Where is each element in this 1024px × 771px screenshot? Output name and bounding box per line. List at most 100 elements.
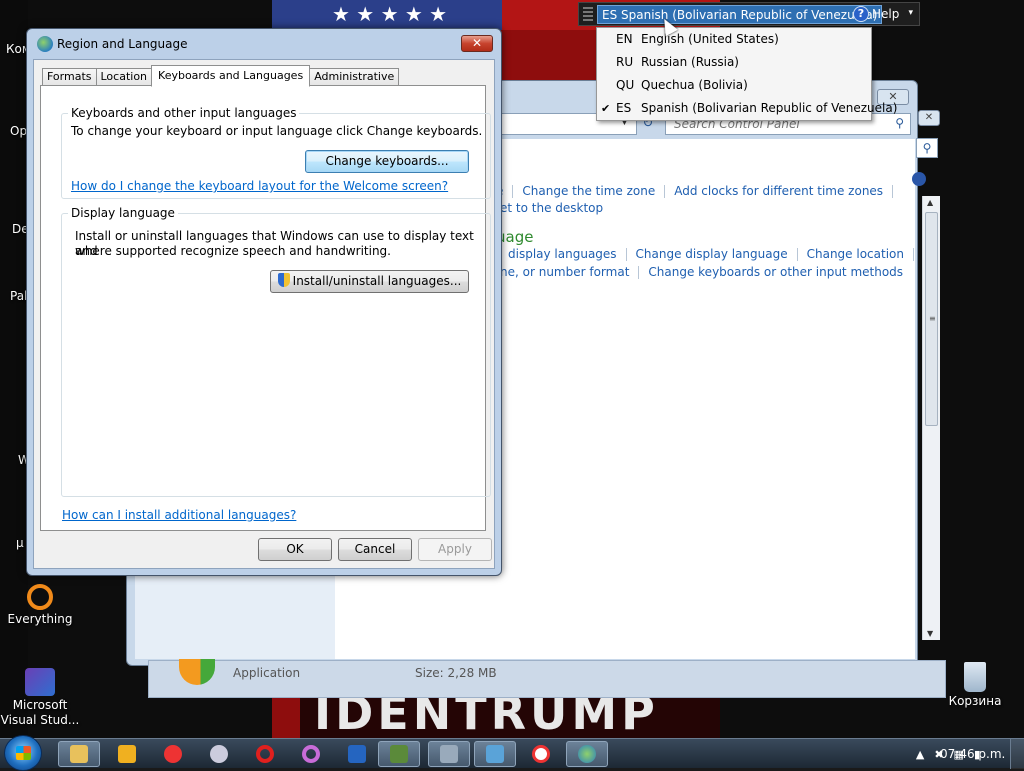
taskbar-region-language[interactable] (566, 741, 608, 767)
scroll-down-icon[interactable]: ▼ (927, 629, 933, 638)
install-additional-languages-link[interactable]: How can I install additional languages? (62, 508, 296, 522)
tab-administrative[interactable]: Administrative (309, 68, 400, 86)
checkmark-icon: ✔ (601, 102, 611, 115)
language-code: ES (616, 101, 632, 115)
taskbar: ▲ ✖ ▦ ▮ 07:46 p.m. (0, 735, 1024, 771)
visual-studio-icon (25, 668, 55, 696)
tab-keyboards-and-languages[interactable]: Keyboards and Languages (151, 65, 311, 87)
desktop-icon-label: Microsoft Visual Stud... (0, 698, 80, 727)
display-language-caption: Display language (68, 206, 178, 220)
wallpaper-stars-text: ★ ★ ★ ★ ★ (332, 2, 448, 26)
dialog-body: Formats Location Keyboards and Languages… (33, 59, 495, 569)
cancel-button[interactable]: Cancel (338, 538, 412, 561)
keyboards-group-caption: Keyboards and other input languages (68, 106, 300, 120)
tab-location[interactable]: Location (95, 68, 153, 86)
ok-button[interactable]: OK (258, 538, 332, 561)
link-change-location[interactable]: Change location (807, 247, 904, 261)
taskbar-outlook[interactable] (336, 741, 378, 767)
desktop-edge-label[interactable]: µ (16, 536, 24, 550)
search-icon[interactable]: ⚲ (916, 138, 938, 158)
link-number-format[interactable]: ne, or number format (500, 265, 629, 279)
region-language-dialog[interactable]: Region and Language ✕ Formats Location K… (26, 28, 502, 576)
show-desktop-button[interactable] (1010, 739, 1024, 769)
everything-icon (27, 584, 53, 610)
minecraft-icon (390, 745, 408, 763)
media-player-icon (118, 745, 136, 763)
wallpaper-stars: ★ ★ ★ ★ ★ (272, 0, 502, 30)
keyboards-description: To change your keyboard or input languag… (71, 124, 483, 138)
link-change-display-language[interactable]: Change display language (636, 247, 788, 261)
link-add-clocks[interactable]: Add clocks for different time zones (674, 184, 883, 198)
install-uninstall-label: Install/uninstall languages... (292, 274, 462, 288)
start-button[interactable] (4, 735, 42, 771)
menu-item-english[interactable]: EN English (United States) (597, 28, 871, 51)
clock[interactable]: 07:46 p.m. (940, 747, 1005, 761)
desktop-icon-recycle-bin[interactable]: Корзина (935, 662, 1015, 709)
change-keyboards-button[interactable]: Change keyboards... (305, 150, 469, 173)
taskbar-yandex-browser[interactable] (520, 741, 562, 767)
desktop-icon-label: Everything (7, 612, 73, 626)
taskbar-media-player[interactable] (106, 741, 148, 767)
outlook-icon (348, 745, 366, 763)
close-icon[interactable]: ✕ (918, 110, 940, 126)
language-bar-help[interactable]: ? Help (853, 6, 899, 22)
language-code: QU (616, 78, 635, 92)
taskbar-app[interactable] (198, 741, 240, 767)
folder-icon (70, 745, 88, 763)
installer-strip: Application Size: 2,28 MB (148, 659, 946, 698)
taskbar-control-panel[interactable] (474, 741, 516, 767)
desktop-edge-label[interactable]: Pal (10, 289, 27, 303)
link-separator (625, 248, 627, 261)
link-change-keyboards[interactable]: Change keyboards or other input methods (648, 265, 903, 279)
globe-icon (578, 745, 596, 763)
tab-strip: Formats Location Keyboards and Languages… (42, 65, 400, 87)
current-input-language[interactable]: ES Spanish (Bolivarian Republic of Venez… (597, 5, 883, 24)
taskbar-tool[interactable] (428, 741, 470, 767)
welcome-screen-keyboard-link[interactable]: How do I change the keyboard layout for … (71, 179, 448, 193)
desktop-edge-label[interactable]: Op (10, 124, 27, 138)
menu-item-russian[interactable]: RU Russian (Russia) (597, 51, 871, 74)
yandex-icon (164, 745, 182, 763)
yandex-browser-icon (532, 745, 550, 763)
link-change-time-zone[interactable]: Change the time zone (522, 184, 655, 198)
language-bar-grip[interactable] (583, 7, 593, 23)
menu-item-quechua[interactable]: QU Quechua (Bolivia) (597, 74, 871, 97)
tab-formats[interactable]: Formats (42, 68, 97, 86)
desktop-icon-visual-studio[interactable]: Microsoft Visual Stud... (0, 668, 80, 728)
link-desktop-partial[interactable]: et to the desktop (500, 201, 603, 215)
opera-icon (256, 745, 274, 763)
link-separator (638, 266, 640, 279)
taskbar-explorer[interactable] (58, 741, 100, 767)
install-uninstall-languages-button[interactable]: Install/uninstall languages... (270, 270, 469, 293)
tray-expand-icon[interactable]: ▲ (916, 748, 924, 761)
windows-logo-icon (16, 746, 31, 760)
link-separator (892, 185, 894, 198)
application-label: Application (233, 666, 301, 680)
desktop-icon-everything[interactable]: Everything (0, 584, 80, 627)
dialog-title-bar[interactable]: Region and Language (37, 36, 188, 52)
link-separator (512, 185, 514, 198)
vertical-scrollbar[interactable]: ▲ ≡ ▼ (922, 196, 940, 640)
apply-button[interactable]: Apply (418, 538, 492, 561)
opera-dev-icon (302, 745, 320, 763)
taskbar-minecraft[interactable] (378, 741, 420, 767)
language-name: Spanish (Bolivarian Republic of Venezuel… (641, 101, 898, 115)
taskbar-opera-dev[interactable] (290, 741, 332, 767)
close-button[interactable]: ✕ (461, 35, 493, 52)
help-label: Help (872, 7, 900, 21)
link-display-languages[interactable]: display languages (508, 247, 617, 261)
language-code: RU (616, 55, 634, 69)
control-panel-icon (486, 745, 504, 763)
settings-app-icon (440, 745, 458, 763)
menu-item-spanish[interactable]: ✔ ES Spanish (Bolivarian Republic of Ven… (597, 97, 897, 120)
language-name: Russian (Russia) (641, 55, 739, 69)
language-code: EN (616, 32, 633, 46)
taskbar-opera[interactable] (244, 741, 286, 767)
language-name: Quechua (Bolivia) (641, 78, 748, 92)
taskbar-yandex[interactable] (152, 741, 194, 767)
language-bar[interactable]: ES Spanish (Bolivarian Republic of Venez… (578, 2, 920, 26)
scroll-up-icon[interactable]: ▲ (927, 198, 933, 207)
wallpaper-left-strip (0, 0, 28, 740)
help-icon[interactable] (912, 172, 926, 186)
chevron-down-icon[interactable]: ▾ (908, 8, 913, 18)
